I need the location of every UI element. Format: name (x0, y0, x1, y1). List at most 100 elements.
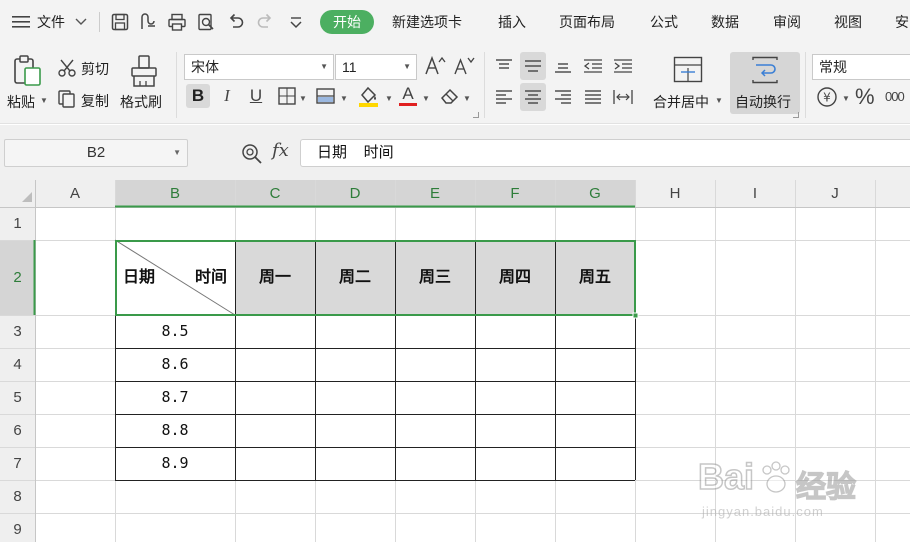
column-header-j: J (831, 185, 839, 202)
format-painter-icon[interactable] (128, 54, 160, 88)
weekday-header-cell: 周一 (258, 269, 291, 286)
paste-icon[interactable] (10, 54, 44, 88)
tab-new[interactable]: 新建选项卡 (392, 0, 462, 44)
tab-home[interactable]: 开始 (320, 10, 374, 34)
b2-date-label: 日期 (123, 269, 156, 286)
align-top-button[interactable] (492, 54, 516, 78)
undo-icon[interactable] (226, 12, 246, 32)
column-header-e: E (429, 185, 440, 202)
paste-label[interactable]: 粘贴 (7, 92, 35, 112)
fill-color-dropdown-icon[interactable]: ▼ (385, 94, 393, 103)
decrease-indent-button[interactable] (581, 54, 605, 78)
name-box[interactable]: B2 ▼ (4, 139, 188, 167)
chevron-down-icon: ▼ (403, 62, 411, 71)
fx-button[interactable]: fx (272, 140, 289, 161)
italic-glyph: I (224, 86, 230, 105)
font-color-glyph: A (402, 83, 414, 103)
font-color-swatch (399, 102, 417, 106)
name-box-value: B2 (86, 144, 106, 161)
customize-toolbar-icon[interactable] (286, 12, 306, 32)
font-name-select[interactable]: 宋体 ▼ (184, 54, 334, 80)
formula-input[interactable]: 日期 时间 (300, 139, 910, 167)
increase-indent-button[interactable] (611, 54, 635, 78)
font-dialog-launcher[interactable] (473, 112, 479, 118)
row-header-9: 9 (13, 521, 22, 538)
clear-format-dropdown-icon[interactable]: ▼ (463, 94, 471, 103)
align-top-icon (496, 59, 512, 69)
column-header-b: B (169, 185, 180, 202)
align-middle-button[interactable] (520, 52, 546, 80)
print-preview-icon[interactable] (196, 12, 216, 32)
tab-review[interactable]: 审阅 (773, 0, 801, 44)
italic-button[interactable]: I (215, 84, 239, 108)
justify-button[interactable] (581, 85, 605, 109)
increase-indent-icon (614, 59, 632, 73)
percent-button[interactable]: % (855, 84, 875, 110)
ribbon-divider (805, 52, 806, 118)
file-menu[interactable]: 文件 (37, 0, 65, 44)
font-color-dropdown-icon[interactable]: ▼ (422, 94, 430, 103)
menu-divider (99, 12, 100, 32)
align-center-icon (525, 90, 541, 104)
tab-view[interactable]: 视图 (834, 0, 862, 44)
paste-dropdown-icon[interactable]: ▼ (40, 96, 48, 105)
thousands-separator-button[interactable]: 000 (885, 89, 905, 104)
merge-center-icon[interactable] (673, 56, 703, 84)
currency-dropdown-icon[interactable]: ▼ (842, 94, 850, 103)
decrease-font-size-icon[interactable] (453, 55, 475, 77)
align-middle-icon (525, 60, 541, 72)
print-icon[interactable] (167, 12, 187, 32)
alignment-dialog-launcher[interactable] (793, 112, 799, 118)
align-bottom-button[interactable] (551, 54, 575, 78)
watermark-brand: Bai (697, 455, 755, 498)
row-header-5: 5 (13, 389, 22, 406)
fill-color-icon[interactable] (357, 84, 381, 108)
save-icon[interactable] (110, 12, 130, 32)
borders-dropdown-icon[interactable]: ▼ (299, 94, 307, 103)
copy-icon[interactable] (57, 89, 77, 109)
underline-glyph: U (249, 86, 263, 105)
copy-label[interactable]: 复制 (81, 91, 109, 111)
row-header-7: 7 (13, 455, 22, 472)
align-center-button[interactable] (520, 83, 546, 111)
tab-formulas[interactable]: 公式 (650, 0, 678, 44)
align-bottom-icon (555, 63, 571, 73)
chevron-down-icon[interactable] (75, 17, 87, 27)
row-header-8: 8 (13, 488, 22, 505)
tab-data[interactable]: 数据 (711, 0, 739, 44)
scissors-icon[interactable] (57, 58, 77, 78)
cut-label[interactable]: 剪切 (81, 59, 109, 79)
weekday-header-cell: 周三 (418, 269, 451, 286)
redo-icon[interactable] (255, 12, 275, 32)
column-header-d: D (349, 185, 361, 202)
zoom-search-icon[interactable] (241, 143, 263, 165)
borders-icon[interactable] (277, 86, 297, 106)
increase-font-size-icon[interactable] (424, 55, 446, 77)
tab-insert[interactable]: 插入 (498, 0, 526, 44)
b2-time-label: 时间 (194, 269, 227, 286)
fill-pattern-icon[interactable] (315, 86, 337, 106)
format-painter-label[interactable]: 格式刷 (120, 92, 162, 112)
number-format-select[interactable]: 常规 (812, 54, 910, 80)
merge-center-dropdown-icon[interactable]: ▼ (715, 96, 723, 105)
export-pdf-icon[interactable] (138, 12, 158, 32)
tab-security[interactable]: 安 (895, 0, 909, 44)
bold-button[interactable]: B (186, 84, 210, 108)
weekday-header-cell: 周二 (338, 269, 371, 286)
fill-pattern-dropdown-icon[interactable]: ▼ (340, 94, 348, 103)
column-header-h: H (669, 185, 681, 202)
align-left-button[interactable] (492, 85, 516, 109)
hamburger-menu-icon[interactable] (12, 15, 30, 29)
watermark-brand-cn: 经验 (795, 470, 856, 504)
distributed-align-button[interactable] (611, 85, 635, 109)
clear-format-icon[interactable] (439, 85, 461, 107)
underline-button[interactable]: U (244, 84, 268, 108)
tab-page-layout[interactable]: 页面布局 (559, 0, 615, 44)
font-color-button[interactable]: A (396, 83, 420, 107)
font-size-select[interactable]: 11 ▼ (335, 54, 417, 80)
ribbon-divider (484, 52, 485, 118)
date-cell: 8.6 (161, 355, 189, 373)
currency-icon[interactable]: ¥ (816, 86, 838, 108)
merge-center-label[interactable]: 合并居中 (653, 92, 709, 112)
align-right-button[interactable] (551, 85, 575, 109)
